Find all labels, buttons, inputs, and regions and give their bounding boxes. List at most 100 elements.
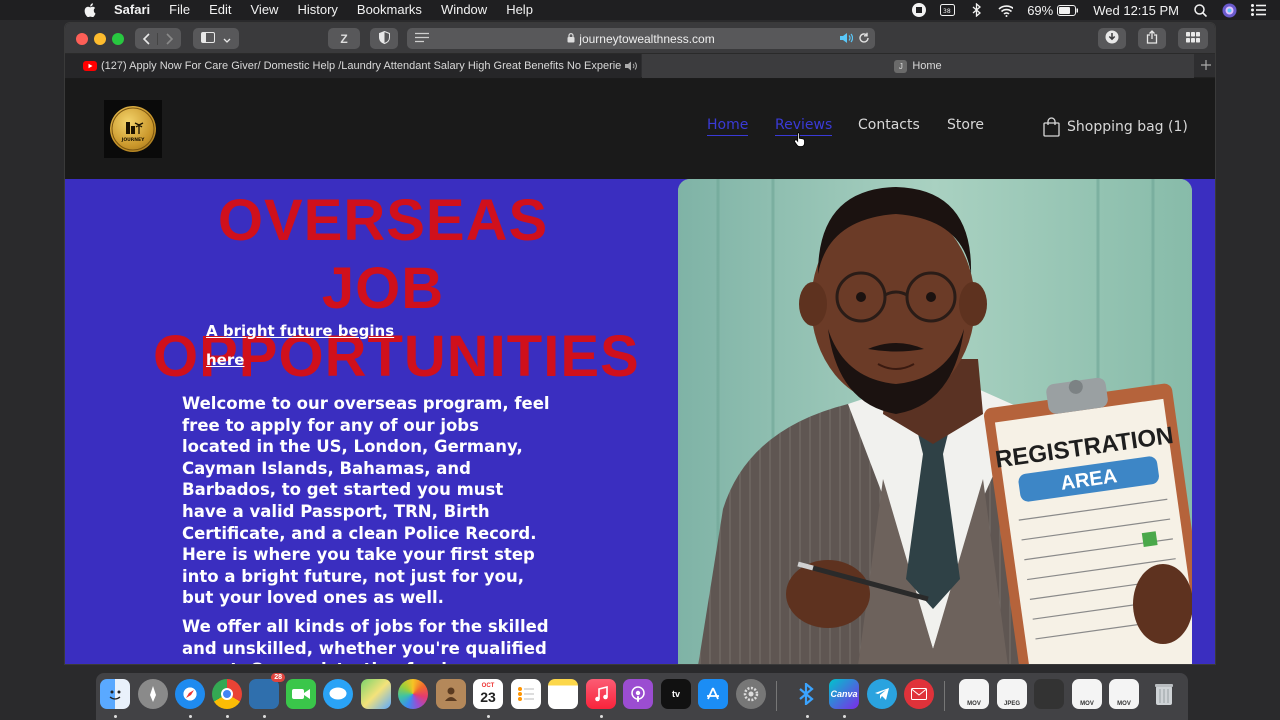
tab-bar: (127) Apply Now For Care Giver/ Domestic… — [65, 54, 1215, 78]
tab-youtube[interactable]: (127) Apply Now For Care Giver/ Domestic… — [65, 54, 641, 78]
spotlight-search-icon[interactable] — [1193, 3, 1208, 17]
chevron-down-icon — [223, 32, 231, 46]
bluetooth-app-icon[interactable] — [792, 679, 822, 709]
chrome-icon[interactable] — [212, 679, 242, 709]
nav-store[interactable]: Store — [947, 117, 984, 133]
tab-home[interactable]: J Home — [642, 54, 1194, 78]
browser-toolbar: Z journeytowealthness.com — [65, 23, 1215, 54]
share-button[interactable] — [1138, 28, 1166, 49]
file-label-2: JPEG — [1003, 701, 1020, 707]
calendar-day: 23 — [480, 689, 496, 705]
menu-window[interactable]: Window — [441, 0, 487, 20]
display-icon[interactable]: 38 — [940, 3, 956, 17]
app-store-icon[interactable] — [698, 679, 728, 709]
menu-app-name[interactable]: Safari — [114, 0, 150, 20]
mail-icon[interactable] — [904, 679, 934, 709]
close-window-button[interactable] — [76, 33, 88, 45]
notes-icon[interactable] — [548, 679, 578, 709]
tab-overview-button[interactable] — [1178, 28, 1208, 49]
menu-view[interactable]: View — [251, 0, 279, 20]
nav-home[interactable]: Home — [707, 117, 749, 136]
siri-icon[interactable] — [1222, 3, 1237, 17]
menu-bar: Safari File Edit View History Bookmarks … — [0, 0, 1280, 20]
minimize-window-button[interactable] — [94, 33, 106, 45]
reload-icon[interactable] — [858, 32, 870, 47]
site-logo[interactable]: JOURNEY — [104, 100, 162, 158]
calendar-icon[interactable]: OCT 23 — [473, 679, 503, 709]
hero-body-text: Welcome to our overseas program, feel fr… — [182, 394, 550, 608]
back-arrow-icon[interactable] — [135, 32, 158, 45]
preview-icon[interactable]: 28 — [249, 673, 285, 709]
record-stop-icon[interactable] — [911, 3, 926, 17]
hero-section: OVERSEAS JOB OPPORTUNITIES A bright futu… — [65, 179, 1215, 664]
menu-edit[interactable]: Edit — [209, 0, 231, 20]
notification-center-icon[interactable] — [1251, 3, 1266, 17]
wifi-icon[interactable] — [998, 3, 1014, 17]
facetime-icon[interactable] — [286, 679, 316, 709]
canva-icon[interactable]: Canva — [829, 679, 859, 709]
hero-illustration: REGISTRATION AREA — [678, 179, 1192, 664]
podcasts-icon[interactable] — [623, 679, 653, 709]
folder-stack-icon[interactable] — [1034, 679, 1064, 709]
file-label-1: MOV — [967, 701, 981, 707]
youtube-icon — [83, 61, 97, 71]
share-icon — [1146, 30, 1158, 47]
reminders-icon[interactable] — [511, 679, 541, 709]
mov-file-icon-2[interactable]: MOV — [1072, 679, 1102, 709]
trash-icon[interactable] — [1149, 679, 1179, 709]
privacy-shield-button[interactable] — [370, 28, 398, 49]
tab-home-title: Home — [912, 60, 942, 72]
tv-icon[interactable]: tv — [661, 679, 691, 709]
safari-window: Z journeytowealthness.com (127) Apply No… — [64, 22, 1216, 665]
menu-history[interactable]: History — [297, 0, 337, 20]
new-tab-button[interactable] — [1195, 54, 1215, 78]
sidebar-toggle-button[interactable] — [193, 28, 239, 49]
site-header: JOURNEY Home Reviews Contacts Store Shop… — [65, 79, 1215, 179]
mov-file-icon[interactable]: MOV — [959, 679, 989, 709]
battery-percent: 69% — [1027, 2, 1054, 18]
forward-arrow-icon[interactable] — [158, 32, 181, 45]
tab-audio-icon[interactable] — [624, 61, 637, 74]
music-icon[interactable] — [586, 679, 616, 709]
clock[interactable]: Wed 12:15 PM — [1093, 3, 1179, 18]
jpeg-file-icon[interactable]: JPEG — [997, 679, 1027, 709]
url-text: journeytowealthness.com — [579, 31, 715, 46]
shopping-bag-link[interactable]: Shopping bag (1) — [1043, 117, 1188, 137]
photos-icon[interactable] — [398, 679, 428, 709]
launchpad-icon[interactable] — [138, 679, 168, 709]
web-page: JOURNEY Home Reviews Contacts Store Shop… — [65, 79, 1215, 664]
telegram-icon[interactable] — [867, 679, 897, 709]
shopping-bag-icon — [1043, 117, 1060, 137]
bluetooth-icon[interactable] — [969, 3, 984, 17]
downloads-button[interactable] — [1098, 28, 1126, 49]
apple-menu-icon[interactable] — [82, 3, 98, 17]
hero-subtitle-link[interactable]: A bright future begins here — [206, 317, 416, 375]
audio-playing-icon[interactable] — [839, 32, 854, 47]
maps-icon[interactable] — [361, 679, 391, 709]
reader-view-icon[interactable] — [415, 32, 429, 46]
plus-icon — [1201, 59, 1211, 73]
mov-file-icon-3[interactable]: MOV — [1109, 679, 1139, 709]
finder-icon[interactable] — [100, 679, 130, 709]
shopping-bag-label: Shopping bag (1) — [1067, 119, 1188, 135]
canva-label: Canva — [830, 689, 858, 699]
nav-contacts[interactable]: Contacts — [858, 117, 920, 133]
hero-body-text-2: We offer all kinds of jobs for the skill… — [182, 617, 549, 664]
messages-icon[interactable] — [323, 679, 353, 709]
grid-icon — [1186, 31, 1200, 46]
battery-icon[interactable] — [1057, 3, 1079, 17]
system-preferences-icon[interactable] — [736, 679, 766, 709]
contacts-icon[interactable] — [436, 679, 466, 709]
safari-icon[interactable] — [175, 679, 205, 709]
address-bar[interactable]: journeytowealthness.com — [407, 28, 875, 49]
menu-help[interactable]: Help — [506, 0, 533, 20]
download-icon — [1105, 30, 1119, 47]
sidebar-icon — [201, 31, 215, 46]
dock: 28 OCT 23 tv Canva MOV JPEG MOV MOV — [96, 673, 1188, 720]
extension-z-button[interactable]: Z — [328, 28, 360, 49]
menu-bookmarks[interactable]: Bookmarks — [357, 0, 422, 20]
file-label-3: MOV — [1080, 701, 1094, 707]
zoom-window-button[interactable] — [112, 33, 124, 45]
menu-file[interactable]: File — [169, 0, 190, 20]
svg-text:38: 38 — [943, 8, 951, 15]
